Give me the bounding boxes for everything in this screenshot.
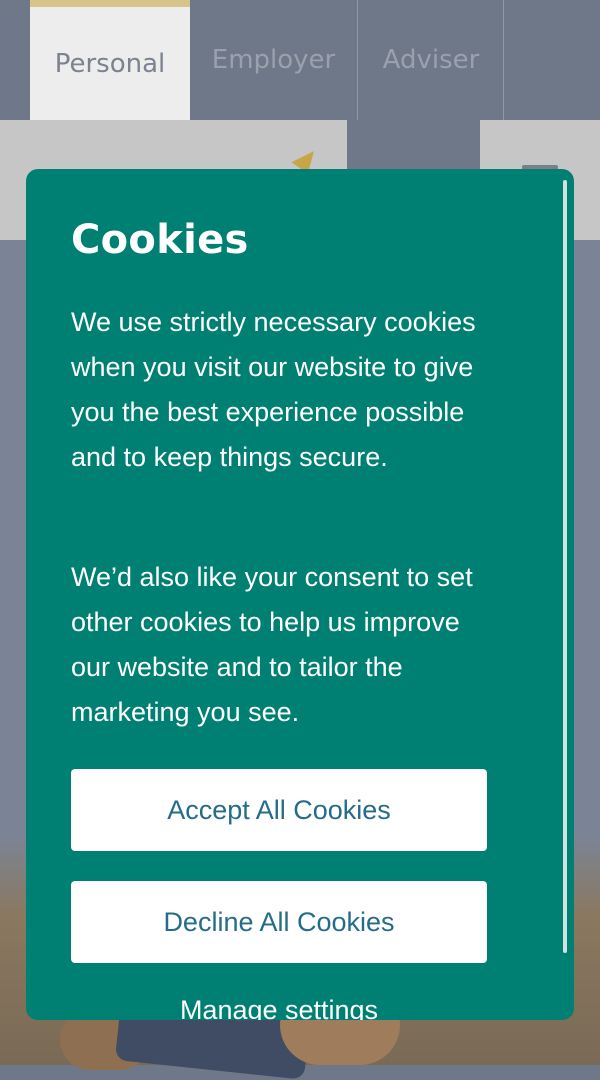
- top-navigation: Personal Employer Adviser: [0, 0, 600, 120]
- tab-personal-label: Personal: [54, 48, 166, 79]
- tab-personal[interactable]: Personal: [30, 0, 190, 120]
- tab-employer-label: Employer: [211, 45, 336, 75]
- cookie-modal-consent-text: We’d also like your consent to set other…: [71, 562, 473, 727]
- cookie-modal-title: Cookies: [71, 217, 249, 263]
- tab-adviser[interactable]: Adviser: [359, 0, 504, 120]
- decline-all-cookies-button[interactable]: Decline All Cookies: [71, 881, 487, 963]
- cookie-consent-modal: Cookies We use strictly necessary cookie…: [26, 169, 574, 1020]
- cookie-modal-description: We use strictly necessary cookies when y…: [71, 307, 476, 472]
- tab-adviser-label: Adviser: [382, 45, 480, 75]
- manage-settings-link[interactable]: Manage settings: [71, 995, 487, 1020]
- modal-scrollbar[interactable]: [563, 180, 567, 953]
- accept-all-cookies-button[interactable]: Accept All Cookies: [71, 769, 487, 851]
- tab-employer[interactable]: Employer: [190, 0, 358, 120]
